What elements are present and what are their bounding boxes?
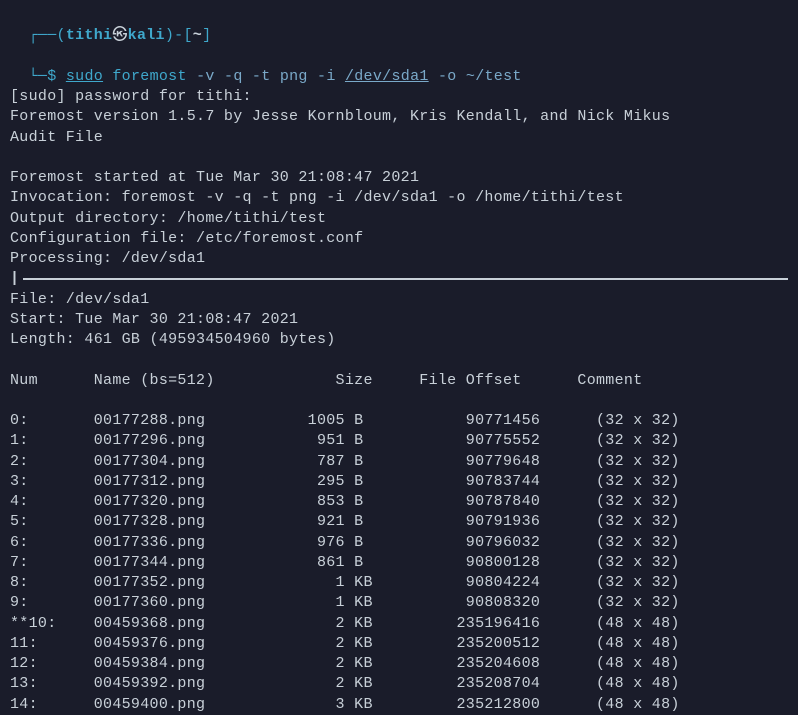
table-row: 14: 00459400.png 3 KB 235212800 (48 x 48…	[10, 695, 788, 715]
prompt-line-1: ┌──(tithi㉿kali)-[~]	[10, 6, 788, 47]
output-line: Audit File	[10, 128, 788, 148]
table-row: 12: 00459384.png 2 KB 235204608 (48 x 48…	[10, 654, 788, 674]
cmd-flags2: -o ~/test	[438, 68, 522, 85]
table-row: 13: 00459392.png 2 KB 235208704 (48 x 48…	[10, 674, 788, 694]
output-line: Start: Tue Mar 30 21:08:47 2021	[10, 310, 788, 330]
skull-icon: ㉿	[112, 27, 127, 44]
table-row: 1: 00177296.png 951 B 90775552 (32 x 32)	[10, 431, 788, 451]
prompt-dollar: $	[47, 68, 56, 85]
output-line	[10, 148, 788, 168]
cmd-flags: -v -q -t png -i	[196, 68, 336, 85]
table-row: 11: 00459376.png 2 KB 235200512 (48 x 48…	[10, 634, 788, 654]
prompt-decor: ]	[202, 27, 211, 44]
prompt-decor: )-[	[165, 27, 193, 44]
table-body: 0: 00177288.png 1005 B 90771456 (32 x 32…	[10, 411, 788, 715]
cmd-name: foremost	[112, 68, 186, 85]
output-line: Processing: /dev/sda1	[10, 249, 788, 269]
output-block-2: File: /dev/sda1Start: Tue Mar 30 21:08:4…	[10, 290, 788, 371]
prompt-path: ~	[193, 27, 202, 44]
output-line: Invocation: foremost -v -q -t png -i /de…	[10, 188, 788, 208]
table-row: 6: 00177336.png 976 B 90796032 (32 x 32)	[10, 533, 788, 553]
output-line	[10, 350, 788, 370]
prompt-host: kali	[128, 27, 165, 44]
table-row: 9: 00177360.png 1 KB 90808320 (32 x 32)	[10, 593, 788, 613]
output-line: [sudo] password for tithi:	[10, 87, 788, 107]
prompt-decor: └─	[29, 68, 48, 85]
table-row: 8: 00177352.png 1 KB 90804224 (32 x 32)	[10, 573, 788, 593]
table-row: 3: 00177312.png 295 B 90783744 (32 x 32)	[10, 472, 788, 492]
blank-line	[10, 391, 788, 411]
table-row: 0: 00177288.png 1005 B 90771456 (32 x 32…	[10, 411, 788, 431]
table-row: 2: 00177304.png 787 B 90779648 (32 x 32)	[10, 452, 788, 472]
table-row: **10: 00459368.png 2 KB 235196416 (48 x …	[10, 614, 788, 634]
prompt-decor: ┌──(	[29, 27, 66, 44]
output-line: File: /dev/sda1	[10, 290, 788, 310]
cmd-dev: /dev/sda1	[345, 68, 429, 85]
prompt-line-2[interactable]: └─$ sudo foremost -v -q -t png -i /dev/s…	[10, 47, 788, 88]
output-line: Configuration file: /etc/foremost.conf	[10, 229, 788, 249]
table-header: Num Name (bs=512) Size File Offset Comme…	[10, 371, 788, 391]
output-line: Length: 461 GB (495934504960 bytes)	[10, 330, 788, 350]
prompt-user: tithi	[66, 27, 113, 44]
output-block: [sudo] password for tithi:Foremost versi…	[10, 87, 788, 269]
table-row: 4: 00177320.png 853 B 90787840 (32 x 32)	[10, 492, 788, 512]
cmd-sudo: sudo	[66, 68, 103, 85]
output-line: Output directory: /home/tithi/test	[10, 209, 788, 229]
table-row: 5: 00177328.png 921 B 90791936 (32 x 32)	[10, 512, 788, 532]
table-row: 7: 00177344.png 861 B 90800128 (32 x 32)	[10, 553, 788, 573]
divider-line: |	[10, 269, 788, 289]
output-line: Foremost started at Tue Mar 30 21:08:47 …	[10, 168, 788, 188]
output-line: Foremost version 1.5.7 by Jesse Kornblou…	[10, 107, 788, 127]
